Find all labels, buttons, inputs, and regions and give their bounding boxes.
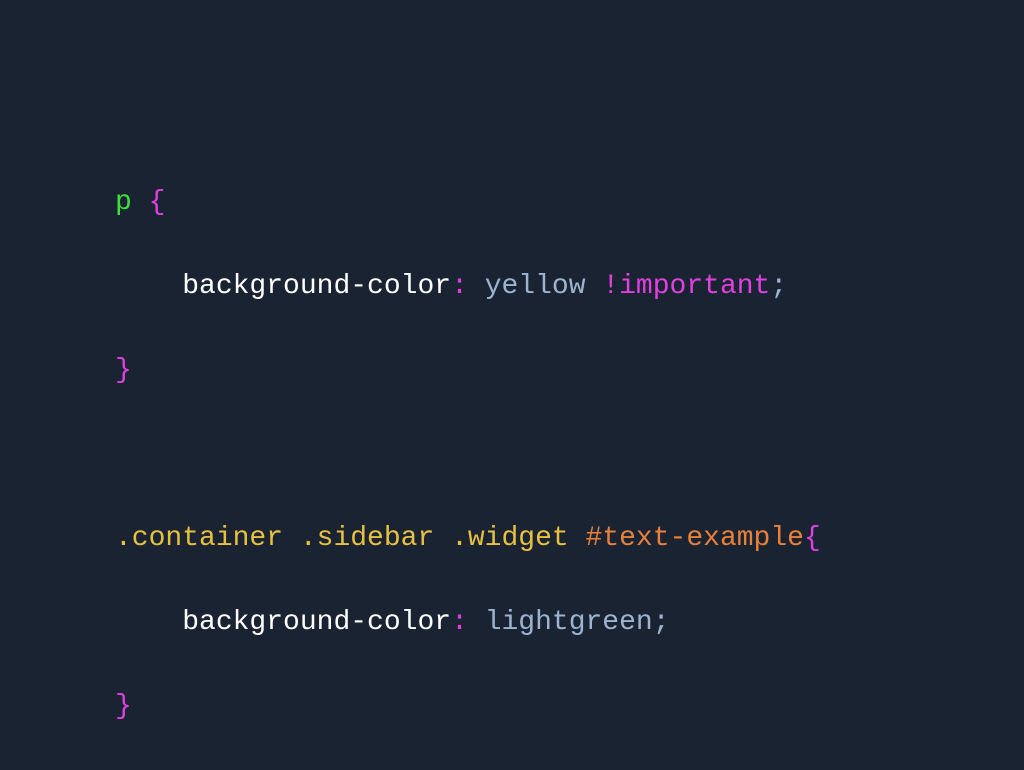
css-id-selector: #text-example bbox=[586, 523, 804, 554]
css-semicolon: ; bbox=[770, 271, 787, 302]
css-selector-tag: p bbox=[115, 187, 132, 218]
code-line-1: p { bbox=[115, 182, 1024, 224]
css-brace-open: { bbox=[804, 523, 821, 554]
css-class-selector: .sidebar bbox=[300, 523, 434, 554]
code-editor[interactable]: p { background-color: yellow !important;… bbox=[0, 0, 1024, 770]
css-colon: : bbox=[451, 607, 468, 638]
css-property: background-color bbox=[182, 607, 451, 638]
css-property: background-color bbox=[182, 271, 451, 302]
css-brace-close: } bbox=[115, 691, 132, 722]
code-line-7: } bbox=[115, 686, 1024, 728]
css-class-selector: .widget bbox=[451, 523, 569, 554]
css-value: lightgreen bbox=[485, 607, 653, 638]
css-brace-open: { bbox=[149, 187, 166, 218]
css-colon: : bbox=[451, 271, 468, 302]
css-value: yellow bbox=[485, 271, 586, 302]
code-line-2: background-color: yellow !important; bbox=[115, 266, 1024, 308]
css-important: !important bbox=[602, 271, 770, 302]
css-class-selector: .container bbox=[115, 523, 283, 554]
code-line-5: .container .sidebar .widget #text-exampl… bbox=[115, 518, 1024, 560]
code-line-6: background-color: lightgreen; bbox=[115, 602, 1024, 644]
css-semicolon: ; bbox=[653, 607, 670, 638]
code-line-4 bbox=[115, 434, 1024, 476]
code-line-3: } bbox=[115, 350, 1024, 392]
css-brace-close: } bbox=[115, 355, 132, 386]
